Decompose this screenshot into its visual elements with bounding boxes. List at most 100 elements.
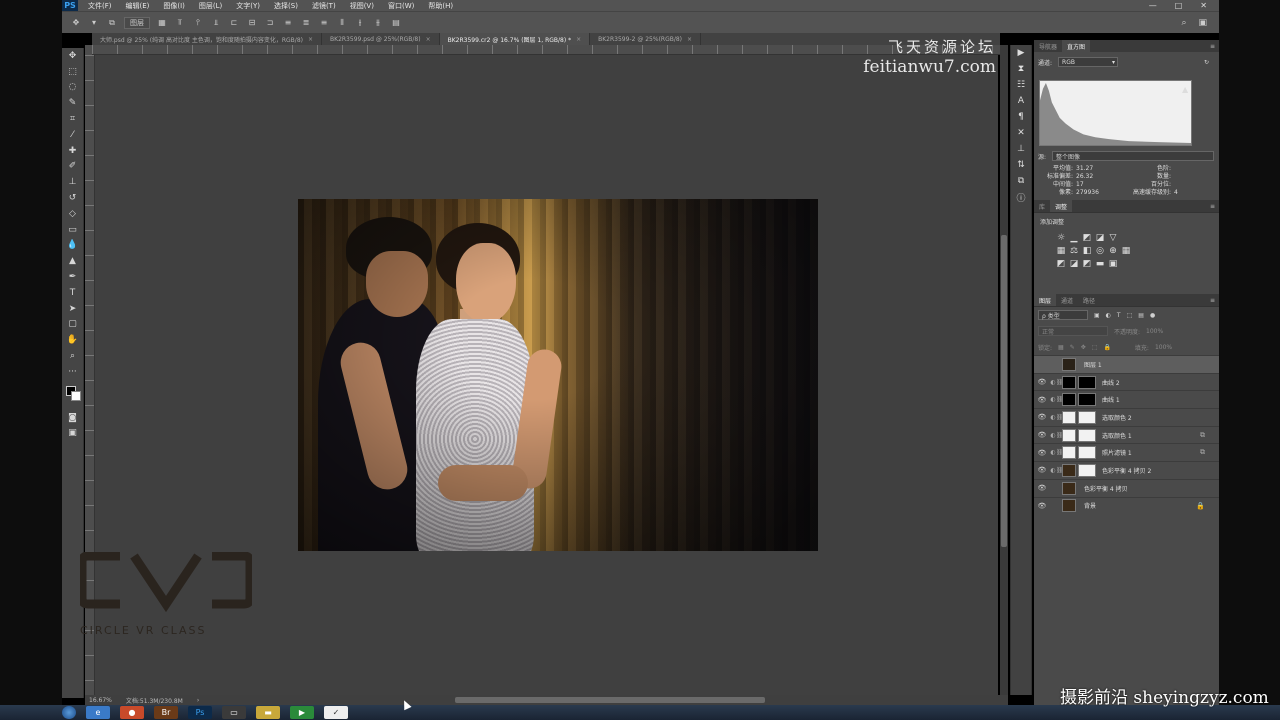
properties-icon[interactable]: ☷	[1011, 77, 1031, 93]
layer-mask-thumbnail[interactable]	[1078, 410, 1096, 424]
play-action-icon[interactable]: ▶	[1011, 45, 1031, 61]
ruler-origin[interactable]	[85, 45, 92, 55]
path-select-tool-icon[interactable]: ➤	[62, 301, 83, 317]
menu-item[interactable]: 帮助(H)	[428, 1, 453, 11]
menu-item[interactable]: 文字(Y)	[236, 1, 260, 11]
filter-smart-icon[interactable]: ▤	[1138, 312, 1144, 319]
filter-toggle-icon[interactable]: ●	[1150, 312, 1155, 319]
exposure-icon[interactable]: ◪	[1095, 233, 1105, 243]
layer-row[interactable]: 👁 背景 🔒	[1034, 496, 1219, 515]
tab-histogram[interactable]: 直方图	[1062, 40, 1091, 52]
opacity-value[interactable]: 100%	[1146, 328, 1163, 335]
zoom-level[interactable]: 16.67%	[89, 697, 112, 704]
layer-thumbnail[interactable]	[1062, 446, 1076, 460]
healing-brush-tool-icon[interactable]: ✚	[62, 143, 83, 159]
layer-thumbnail[interactable]	[1062, 463, 1076, 477]
brush-tool-icon[interactable]: ✐	[62, 159, 83, 175]
status-arrow-icon[interactable]: ›	[197, 697, 199, 704]
dodge-tool-icon[interactable]: ▲	[62, 253, 83, 269]
source-select[interactable]: 整个图像	[1052, 151, 1214, 161]
layer-row[interactable]: 👁 ◐ ⛓ 选取颜色 2	[1034, 408, 1219, 426]
layer-comps-icon[interactable]: ⧉	[1011, 173, 1031, 189]
visibility-eye-icon[interactable]: 👁	[1034, 449, 1050, 457]
panel-menu-icon[interactable]: ≡	[1210, 294, 1219, 306]
window-taskbar-icon[interactable]: ▭	[222, 706, 246, 719]
visibility-eye-icon[interactable]: 👁	[1034, 413, 1050, 421]
color-lookup-icon[interactable]: ▦	[1121, 246, 1131, 256]
tool-taskbar-icon[interactable]: ✓	[324, 706, 348, 719]
layer-thumbnail[interactable]	[1062, 375, 1076, 389]
align-bottom-icon[interactable]: ⫫	[210, 18, 222, 28]
layer-row[interactable]: 👁 ◐ ⛓ 照片滤镜 1 ⧉	[1034, 443, 1219, 461]
distribute-hcenter-icon[interactable]: ⫲	[354, 18, 366, 28]
vertical-scrollbar[interactable]	[1000, 45, 1008, 695]
close-tab-icon[interactable]: ×	[308, 36, 313, 43]
color-swatches[interactable]	[62, 380, 83, 410]
pen-tool-icon[interactable]: ✒	[62, 269, 83, 285]
more-tools-icon[interactable]: ···	[62, 364, 83, 380]
black-white-icon[interactable]: ◧	[1082, 246, 1092, 256]
folder-taskbar-icon[interactable]: ▬	[256, 706, 280, 719]
visibility-eye-icon[interactable]: 👁	[1034, 502, 1050, 510]
clone-stamp-tool-icon[interactable]: ⊥	[62, 174, 83, 190]
horizontal-scroll-thumb[interactable]	[455, 697, 765, 703]
lock-all-icon[interactable]: 🔒	[1103, 344, 1110, 351]
layer-mask-thumbnail[interactable]	[1078, 375, 1096, 389]
distribute-bottom-icon[interactable]: ≡	[318, 18, 330, 28]
filter-shape-icon[interactable]: ⬚	[1127, 312, 1133, 319]
layer-thumbnail[interactable]	[1062, 428, 1076, 442]
layer-row[interactable]: 👁 ◐ ⛓ 色彩平衡 4 拷贝 2	[1034, 461, 1219, 479]
layer-row[interactable]: 👁 色彩平衡 4 拷贝	[1034, 478, 1219, 497]
transform-controls-icon[interactable]: ▦	[156, 18, 168, 28]
document-tab[interactable]: BK2R3599-2 @ 25%(RGB/8) ×	[590, 33, 702, 45]
quick-select-tool-icon[interactable]: ✎	[62, 95, 83, 111]
visibility-eye-icon[interactable]: 👁	[1034, 378, 1050, 386]
hue-sat-icon[interactable]: ▦	[1056, 246, 1066, 256]
layer-thumbnail[interactable]	[1062, 410, 1076, 424]
align-right-icon[interactable]: ⊐	[264, 18, 276, 28]
marquee-tool-icon[interactable]: ⬚	[62, 64, 83, 80]
distribute-right-icon[interactable]: ⫵	[372, 18, 384, 28]
auto-select-mode[interactable]: 图层	[124, 16, 150, 29]
document-tab[interactable]: 大师.psd @ 25% (纯调 高对比度 主色调，饱和度随拍摄内容变化，RGB…	[92, 33, 323, 45]
hand-tool-icon[interactable]: ✋	[62, 332, 83, 348]
background-color-swatch[interactable]	[71, 390, 81, 401]
lock-position-icon[interactable]: ✥	[1081, 344, 1086, 351]
layer-row[interactable]: 👁 ◐ ⛓ 曲线 2	[1034, 372, 1219, 391]
channel-select[interactable]: RGB ▾	[1058, 57, 1119, 67]
move-tool-icon[interactable]: ✥	[62, 48, 83, 64]
layer-name[interactable]: 背景	[1084, 501, 1096, 510]
tab-adjustments[interactable]: 调整	[1050, 200, 1073, 212]
panel-menu-icon[interactable]: ≡	[1210, 40, 1219, 52]
align-vcenter-icon[interactable]: ⫯	[192, 18, 204, 28]
start-button-icon[interactable]	[62, 706, 76, 719]
workspace-icon[interactable]: ▣	[1198, 18, 1207, 28]
tab-paths[interactable]: 路径	[1078, 294, 1100, 306]
document-tab[interactable]: BK2R3599.cr2 @ 16.7% (图层 1, RGB/8) * ×	[439, 33, 591, 45]
distribute-top-icon[interactable]: ≡	[282, 18, 294, 28]
layer-mask-thumbnail[interactable]	[1078, 428, 1096, 442]
document-tab[interactable]: BK2R3599.psd @ 25%(RGB/8) ×	[322, 33, 440, 45]
tab-layers[interactable]: 图层	[1034, 294, 1057, 306]
selective-color-icon[interactable]: ▣	[1108, 259, 1118, 269]
curves-icon[interactable]: ◩	[1082, 233, 1092, 243]
info-icon[interactable]: ⓘ	[1011, 189, 1031, 205]
zoom-tool-icon[interactable]: ⌕	[62, 348, 83, 364]
threshold-icon[interactable]: ◩	[1082, 259, 1092, 269]
distribute-vcenter-icon[interactable]: ≣	[300, 18, 312, 28]
vibrance-icon[interactable]: ▽	[1108, 233, 1118, 243]
layer-name[interactable]: 选取颜色 2	[1102, 413, 1132, 422]
close-icon[interactable]: ✕	[1200, 1, 1207, 10]
history-brush-tool-icon[interactable]: ↺	[62, 190, 83, 206]
shape-tool-icon[interactable]: ▢	[62, 317, 83, 333]
eyedropper-tool-icon[interactable]: ⁄	[62, 127, 83, 143]
maximize-icon[interactable]: □	[1175, 1, 1183, 10]
layer-row[interactable]: 图层 1	[1034, 355, 1219, 373]
auto-align-icon[interactable]: ▤	[390, 18, 402, 28]
color-balance-icon[interactable]: ⚖	[1069, 246, 1079, 256]
fill-value[interactable]: 100%	[1155, 344, 1172, 351]
menu-item[interactable]: 图层(L)	[199, 1, 222, 11]
visibility-eye-icon[interactable]: 👁	[1034, 484, 1050, 492]
layer-name[interactable]: 曲线 1	[1102, 395, 1120, 404]
close-tab-icon[interactable]: ×	[426, 36, 431, 43]
